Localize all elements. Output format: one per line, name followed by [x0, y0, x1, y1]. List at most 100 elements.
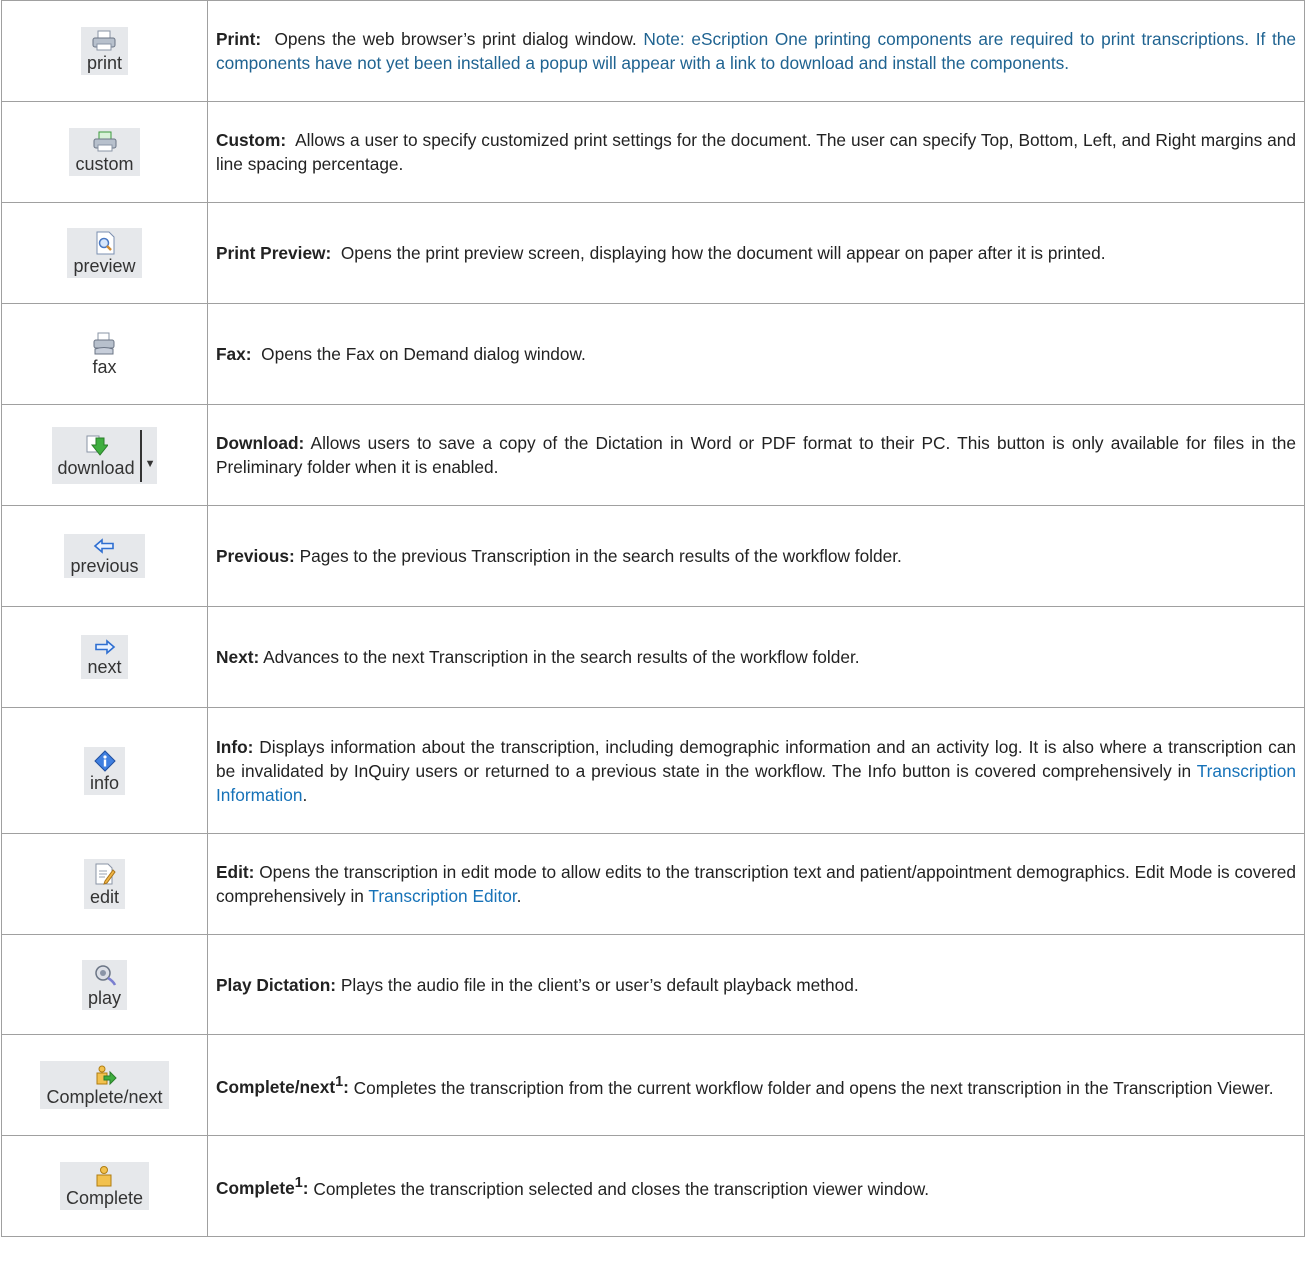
split-divider	[139, 429, 142, 482]
custom-printer-icon	[93, 131, 116, 152]
play-button-label: play	[87, 987, 122, 1008]
edit-button-label: edit	[89, 887, 120, 907]
custom-label: Custom:	[216, 130, 287, 150]
icon-cell: Complete	[1, 1135, 208, 1237]
edit-button[interactable]: edit	[83, 859, 126, 909]
info-button-label: info	[89, 772, 120, 793]
arrow-left-icon	[94, 538, 115, 554]
table-row: download ▼ Download: Allows users to sav…	[1, 404, 1305, 506]
description-cell: Complete1: Completes the transcription s…	[207, 1135, 1305, 1237]
play-dictation-label: Play Dictation:	[216, 974, 337, 995]
table-row: preview Print Preview: Opens the print p…	[1, 202, 1305, 304]
edit-icon	[95, 863, 116, 885]
edit-label: Edit:	[216, 862, 255, 882]
download-button[interactable]: download ▼	[51, 426, 158, 484]
next-label: Next:	[216, 647, 260, 667]
description-cell: Fax: Opens the Fax on Demand dialog wind…	[207, 303, 1305, 405]
download-button-label: download	[57, 458, 135, 478]
description-cell: Custom: Allows a user to specify customi…	[207, 101, 1305, 203]
complete-description: Completes the transcription selected and…	[313, 1178, 930, 1199]
table-row: Complete Complete1: Completes the transc…	[1, 1135, 1305, 1237]
description-cell: Print Preview: Opens the print preview s…	[207, 202, 1305, 304]
description-cell: Previous: Pages to the previous Transcri…	[207, 505, 1305, 607]
previous-label: Previous:	[216, 546, 295, 566]
icon-cell: previous	[1, 505, 208, 607]
info-label: Info:	[216, 736, 254, 757]
print-label: Print:	[216, 29, 262, 49]
footnote-marker: 1	[335, 1074, 344, 1091]
printer-icon	[92, 30, 116, 51]
download-label: Download:	[216, 433, 305, 453]
table-row: next Next: Advances to the next Transcri…	[1, 606, 1305, 708]
icon-cell: download ▼	[1, 404, 208, 506]
previous-description: Pages to the previous Transcription in t…	[299, 546, 902, 566]
dropdown-arrow-icon[interactable]: ▼	[145, 459, 156, 470]
icon-cell: fax	[1, 303, 208, 405]
complete-button[interactable]: Complete	[59, 1162, 150, 1210]
complete-next-description: Completes the transcription from the cur…	[353, 1077, 1274, 1098]
preview-button-label: preview	[73, 256, 136, 276]
table-row: info Info: Displays information about th…	[1, 707, 1305, 834]
custom-button[interactable]: custom	[69, 128, 140, 176]
footnote-marker: 1	[294, 1175, 303, 1192]
download-icon	[86, 435, 109, 456]
arrow-right-icon	[94, 639, 115, 655]
edit-period: .	[516, 886, 522, 906]
description-cell: Next: Advances to the next Transcription…	[207, 606, 1305, 708]
description-cell: Info: Displays information about the tra…	[207, 707, 1305, 834]
complete-next-button-label: Complete/next	[46, 1087, 163, 1107]
icon-cell: print	[1, 0, 208, 102]
table-row: play Play Dictation: Plays the audio fil…	[1, 934, 1305, 1035]
info-period: .	[302, 784, 308, 805]
print-preview-label: Print Preview:	[216, 243, 332, 263]
table-row: fax Fax: Opens the Fax on Demand dialog …	[1, 303, 1305, 405]
description-cell: Download: Allows users to save a copy of…	[207, 404, 1305, 506]
icon-cell: Complete/next	[1, 1034, 208, 1136]
play-icon	[94, 964, 116, 986]
complete-next-button[interactable]: Complete/next	[40, 1061, 169, 1109]
description-cell: Complete/next1: Completes the transcript…	[207, 1034, 1305, 1136]
preview-button[interactable]: preview	[67, 228, 142, 278]
next-button-label: next	[87, 657, 122, 677]
complete-next-icon	[96, 1065, 117, 1086]
transcription-editor-link[interactable]: Transcription Editor	[368, 886, 516, 906]
icon-cell: play	[1, 934, 208, 1035]
complete-icon	[96, 1166, 112, 1187]
description-cell: Edit: Opens the transcription in edit mo…	[207, 833, 1305, 935]
icon-cell: preview	[1, 202, 208, 304]
icon-cell: custom	[1, 101, 208, 203]
info-description: Displays information about the transcrip…	[216, 736, 1297, 781]
play-button[interactable]: play	[81, 959, 128, 1010]
fax-button[interactable]: fax	[86, 329, 123, 379]
info-icon	[93, 749, 116, 772]
custom-button-label: custom	[75, 154, 134, 174]
info-button[interactable]: info	[83, 746, 126, 795]
description-cell: Print: Opens the web browser’s print dia…	[207, 0, 1305, 102]
fax-icon	[93, 332, 115, 355]
table-row: custom Custom: Allows a user to specify …	[1, 101, 1305, 203]
print-button-label: print	[86, 53, 122, 73]
play-dictation-description: Plays the audio file in the client’s or …	[340, 974, 859, 995]
previous-button-label: previous	[70, 556, 139, 576]
next-description: Advances to the next Transcription in th…	[263, 647, 860, 667]
fax-button-label: fax	[92, 357, 117, 377]
complete-next-label: Complete/next1:	[216, 1074, 349, 1098]
download-main: download	[58, 433, 135, 478]
download-description: Allows users to save a copy of the Dicta…	[216, 433, 1296, 477]
table-row: print Print: Opens the web browser’s pri…	[1, 0, 1305, 102]
table-row: edit Edit: Opens the transcription in ed…	[1, 833, 1305, 935]
preview-icon	[96, 231, 114, 255]
previous-button[interactable]: previous	[64, 534, 145, 578]
icon-cell: edit	[1, 833, 208, 935]
print-button[interactable]: print	[80, 27, 128, 75]
next-button[interactable]: next	[81, 635, 128, 679]
print-description: Opens the web browser’s print dialog win…	[274, 29, 637, 49]
fax-label: Fax:	[216, 344, 252, 364]
custom-description: Allows a user to specify customized prin…	[216, 130, 1297, 174]
fax-description: Opens the Fax on Demand dialog window.	[261, 344, 586, 364]
description-cell: Play Dictation: Plays the audio file in …	[207, 934, 1305, 1035]
table-row: Complete/next Complete/next1: Completes …	[1, 1034, 1305, 1136]
print-preview-description: Opens the print preview screen, displayi…	[340, 243, 1106, 263]
toolbar-buttons-table: print Print: Opens the web browser’s pri…	[1, 0, 1305, 1237]
complete-label: Complete1:	[216, 1175, 309, 1199]
